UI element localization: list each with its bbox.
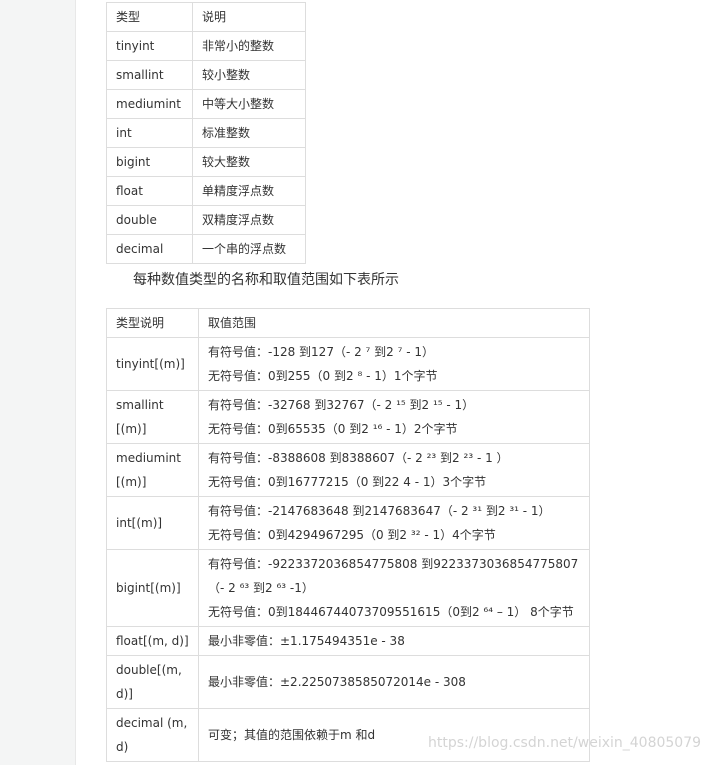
range-cell: 有符号值：-9223372036854775808 到9223373036854… bbox=[198, 549, 590, 627]
value-range-table: 类型说明 取值范围 tinyint[(m)] 有符号值：-128 到127（- … bbox=[106, 308, 590, 762]
table-row: tinyint[(m)] 有符号值：-128 到127（- 2 ⁷ 到2 ⁷ -… bbox=[106, 337, 590, 391]
type-cell: int[(m)] bbox=[106, 496, 199, 550]
type-cell: tinyint bbox=[106, 31, 193, 61]
min-nonzero-value: 最小非零值：±2.2250738585072014e - 308 bbox=[208, 675, 466, 689]
type-description-table: 类型 说明 tinyint 非常小的整数 smallint 较小整数 mediu… bbox=[106, 2, 306, 264]
table-header-cell: 说明 bbox=[192, 2, 306, 32]
description-cell: 中等大小整数 bbox=[192, 89, 306, 119]
description-cell: 标准整数 bbox=[192, 118, 306, 148]
table-row: bigint 较大整数 bbox=[106, 147, 306, 177]
table-row: mediumint[(m)] 有符号值：-8388608 到8388607（- … bbox=[106, 443, 590, 497]
signed-range: 有符号值：-2147683648 到2147683647（- 2 ³¹ 到2 ³… bbox=[208, 504, 551, 518]
table-row: decimal 一个串的浮点数 bbox=[106, 234, 306, 264]
range-cell: 有符号值：-8388608 到8388607（- 2 ²³ 到2 ²³ - 1 … bbox=[198, 443, 590, 497]
watermark: https://blog.csdn.net/weixin_40805079 bbox=[428, 735, 702, 751]
table-header-cell: 类型 bbox=[106, 2, 193, 32]
range-cell: 最小非零值：±2.2250738585072014e - 308 bbox=[198, 655, 590, 709]
unsigned-range: 无符号值：0到18446744073709551615（0到2 ⁶⁴ – 1） … bbox=[208, 605, 574, 619]
range-cell: 最小非零值：±1.175494351e - 38 bbox=[198, 626, 590, 656]
description-cell: 双精度浮点数 bbox=[192, 205, 306, 235]
type-cell: smallint[(m)] bbox=[106, 390, 199, 444]
unsigned-range: 无符号值：0到65535（0 到2 ¹⁶ - 1）2个字节 bbox=[208, 422, 458, 436]
signed-range: 有符号值：-9223372036854775808 到9223373036854… bbox=[208, 557, 579, 595]
description-cell: 单精度浮点数 bbox=[192, 176, 306, 206]
table-row: smallint 较小整数 bbox=[106, 60, 306, 90]
signed-range: 有符号值：-128 到127（- 2 ⁷ 到2 ⁷ - 1） bbox=[208, 345, 435, 359]
table-row: smallint[(m)] 有符号值：-32768 到32767（- 2 ¹⁵ … bbox=[106, 390, 590, 444]
description-cell: 非常小的整数 bbox=[192, 31, 306, 61]
article-content: 类型 说明 tinyint 非常小的整数 smallint 较小整数 mediu… bbox=[75, 0, 714, 765]
type-cell: float[(m, d)] bbox=[106, 626, 199, 656]
signed-range: 有符号值：-32768 到32767（- 2 ¹⁵ 到2 ¹⁵ - 1） bbox=[208, 398, 475, 412]
type-cell: smallint bbox=[106, 60, 193, 90]
table-row: double 双精度浮点数 bbox=[106, 205, 306, 235]
table-row: int[(m)] 有符号值：-2147683648 到2147683647（- … bbox=[106, 496, 590, 550]
unsigned-range: 无符号值：0到4294967295（0 到2 ³² - 1）4个字节 bbox=[208, 528, 496, 542]
unsigned-range: 无符号值：0到255（0 到2 ⁸ - 1）1个字节 bbox=[208, 369, 438, 383]
type-cell: bigint[(m)] bbox=[106, 549, 199, 627]
table-caption: 每种数值类型的名称和取值范围如下表所示 bbox=[133, 272, 399, 288]
type-cell: mediumint bbox=[106, 89, 193, 119]
table-row: float 单精度浮点数 bbox=[106, 176, 306, 206]
min-nonzero-value: 最小非零值：±1.175494351e - 38 bbox=[208, 634, 405, 648]
table-row: bigint[(m)] 有符号值：-9223372036854775808 到9… bbox=[106, 549, 590, 627]
type-cell: mediumint[(m)] bbox=[106, 443, 199, 497]
type-cell: decimal (m, d) bbox=[106, 708, 199, 762]
table-header-cell: 类型说明 bbox=[106, 308, 199, 338]
unsigned-range: 无符号值：0到16777215（0 到22 4 - 1）3个字节 bbox=[208, 475, 487, 489]
table-header-row: 类型说明 取值范围 bbox=[106, 308, 590, 338]
table-row: double[(m,d)] 最小非零值：±2.2250738585072014e… bbox=[106, 655, 590, 709]
type-cell: float bbox=[106, 176, 193, 206]
table-header-row: 类型 说明 bbox=[106, 2, 306, 32]
type-cell: bigint bbox=[106, 147, 193, 177]
type-cell: double bbox=[106, 205, 193, 235]
range-cell: 有符号值：-2147683648 到2147683647（- 2 ³¹ 到2 ³… bbox=[198, 496, 590, 550]
table-row: mediumint 中等大小整数 bbox=[106, 89, 306, 119]
type-cell: decimal bbox=[106, 234, 193, 264]
table-row: int 标准整数 bbox=[106, 118, 306, 148]
range-cell: 有符号值：-128 到127（- 2 ⁷ 到2 ⁷ - 1） 无符号值：0到25… bbox=[198, 337, 590, 391]
signed-range: 有符号值：-8388608 到8388607（- 2 ²³ 到2 ²³ - 1 … bbox=[208, 451, 509, 465]
type-cell: int bbox=[106, 118, 193, 148]
description-cell: 较小整数 bbox=[192, 60, 306, 90]
type-cell: double[(m,d)] bbox=[106, 655, 199, 709]
description-cell: 一个串的浮点数 bbox=[192, 234, 306, 264]
range-cell: 有符号值：-32768 到32767（- 2 ¹⁵ 到2 ¹⁵ - 1） 无符号… bbox=[198, 390, 590, 444]
description-cell: 较大整数 bbox=[192, 147, 306, 177]
table-row: tinyint 非常小的整数 bbox=[106, 31, 306, 61]
table-header-cell: 取值范围 bbox=[198, 308, 590, 338]
table-row: float[(m, d)] 最小非零值：±1.175494351e - 38 bbox=[106, 626, 590, 656]
type-cell: tinyint[(m)] bbox=[106, 337, 199, 391]
